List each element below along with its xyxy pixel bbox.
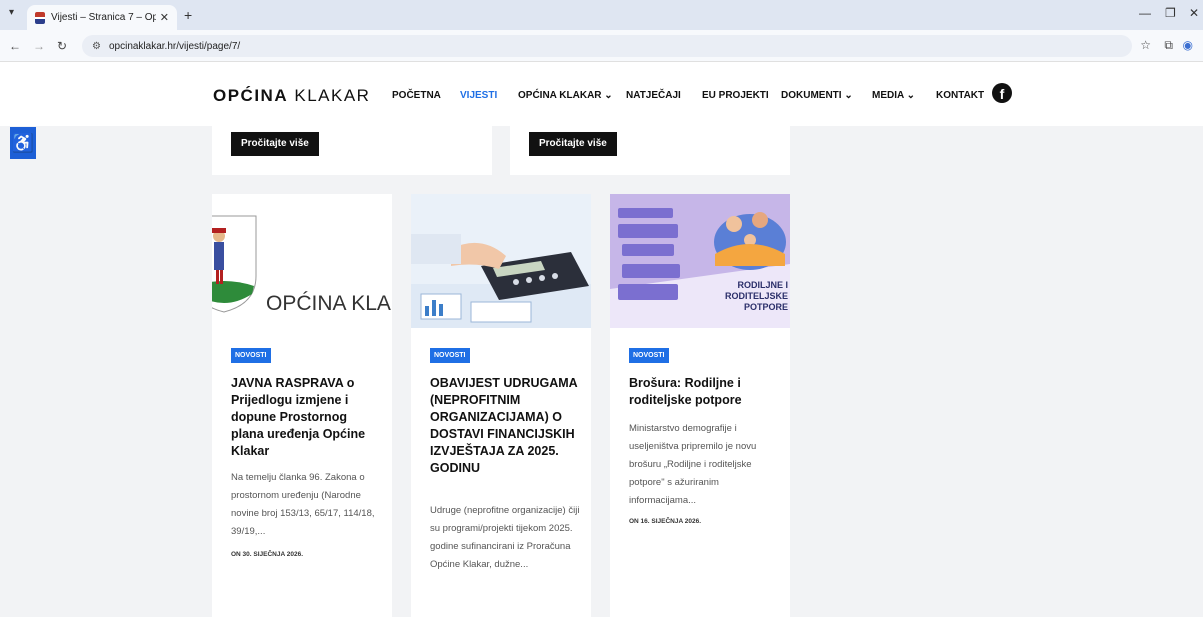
category-badge[interactable]: NOVOSTI: [231, 348, 271, 363]
nav-item-label: DOKUMENTI: [781, 90, 842, 101]
nav-item-opcina-klakar[interactable]: OPĆINA KLAKAR ⌄: [518, 90, 613, 101]
logo-light-text: KLAKAR: [294, 86, 371, 105]
post-excerpt: Ministarstvo demografije i useljeništva …: [629, 423, 757, 506]
post-card-top-1: Pročitajte više: [212, 126, 492, 175]
calculator-image: [411, 194, 591, 328]
svg-text:RODILJNE I: RODILJNE I: [737, 280, 788, 290]
post-thumbnail[interactable]: OPĆINA KLAKAR: [212, 194, 392, 328]
category-badge[interactable]: NOVOSTI: [629, 348, 669, 363]
nav-item-label: OPĆINA KLAKAR: [518, 90, 602, 101]
tab-search-icon[interactable]: ▾: [9, 7, 14, 18]
post-thumbnail[interactable]: RODILJNE I RODITELJSKE POTPORE: [610, 194, 790, 328]
tab-title: Vijesti – Stranica 7 – Općina Kla: [51, 12, 156, 23]
address-bar[interactable]: ⚙ opcinaklakar.hr/vijesti/page/7/: [82, 35, 1132, 57]
site-info-icon[interactable]: ⚙: [92, 41, 101, 52]
chevron-down-icon: ⌄: [604, 90, 613, 101]
post-card-top-2: Pročitajte više: [510, 126, 790, 175]
chevron-down-icon: ⌄: [844, 90, 853, 101]
post-card: OPĆINA KLAKAR NOVOSTI JAVNA RASPRAVA o P…: [212, 194, 392, 617]
nav-item-eu-projekti[interactable]: EU PROJEKTI: [702, 90, 769, 101]
new-tab-icon[interactable]: +: [184, 7, 192, 23]
site-favicon-icon: [35, 11, 45, 24]
post-date: ON 30. SIJEČNJA 2026.: [231, 551, 304, 558]
svg-text:POTPORE: POTPORE: [744, 302, 788, 312]
brochure-image: RODILJNE I RODITELJSKE POTPORE: [610, 194, 790, 328]
nav-item-vijesti[interactable]: VIJESTI: [460, 90, 497, 101]
extensions-icon[interactable]: ⧉: [1164, 38, 1173, 53]
post-excerpt: Udruge (neprofitne organizacije) čiji su…: [430, 505, 580, 570]
nav-item-media[interactable]: MEDIA ⌄: [872, 90, 915, 101]
nav-item-natjecaji[interactable]: NATJEČAJI: [626, 90, 681, 101]
svg-text:RODITELJSKE: RODITELJSKE: [725, 291, 788, 301]
category-badge[interactable]: NOVOSTI: [430, 348, 470, 363]
nav-item-pocetna[interactable]: POČETNA: [392, 90, 441, 101]
reload-icon[interactable]: ↻: [57, 39, 67, 53]
post-excerpt: Na temelju članka 96. Zakona o prostorno…: [231, 472, 375, 537]
logo-bold-text: OPĆINA: [213, 86, 289, 105]
bookmark-star-icon[interactable]: ☆: [1140, 38, 1151, 52]
browser-tabstrip: ▾ Vijesti – Stranica 7 – Općina Kla ✕ + …: [0, 0, 1203, 30]
nav-item-kontakt[interactable]: KONTAKT: [936, 90, 984, 101]
post-title[interactable]: JAVNA RASPRAVA o Prijedlogu izmjene i do…: [231, 375, 381, 460]
post-thumbnail[interactable]: [411, 194, 591, 328]
read-more-button[interactable]: Pročitajte više: [231, 132, 319, 156]
back-icon[interactable]: ←: [9, 39, 21, 53]
facebook-icon[interactable]: f: [992, 83, 1012, 103]
post-card: RODILJNE I RODITELJSKE POTPORE NOVOSTI B…: [610, 194, 790, 617]
read-more-button[interactable]: Pročitajte više: [529, 132, 617, 156]
thumb-text: OPĆINA KLAKAR: [266, 292, 392, 315]
site-logo[interactable]: OPĆINA KLAKAR: [213, 86, 370, 106]
post-title[interactable]: OBAVIJEST UDRUGAMA (NEPROFITNIM ORGANIZA…: [430, 375, 580, 477]
browser-tab[interactable]: Vijesti – Stranica 7 – Općina Kla ✕: [27, 5, 177, 30]
restore-icon[interactable]: ❐: [1165, 6, 1176, 20]
post-date: ON 16. SIJEČNJA 2026.: [629, 518, 702, 525]
forward-icon[interactable]: →: [33, 39, 45, 53]
nav-item-label: MEDIA: [872, 90, 904, 101]
minimize-icon[interactable]: —: [1139, 6, 1151, 20]
browser-toolbar: ← → ↻ ⚙ opcinaklakar.hr/vijesti/page/7/ …: [0, 30, 1203, 62]
tab-close-icon[interactable]: ✕: [160, 11, 169, 24]
site-header: OPĆINA KLAKAR POČETNA VIJESTI OPĆINA KLA…: [0, 62, 1203, 126]
post-title[interactable]: Brošura: Rodiljne i roditeljske potpore: [629, 375, 779, 409]
profile-icon[interactable]: ◉: [1183, 38, 1193, 52]
coat-of-arms-image: OPĆINA KLAKAR: [212, 194, 392, 328]
nav-item-dokumenti[interactable]: DOKUMENTI ⌄: [781, 90, 853, 101]
url-text: opcinaklakar.hr/vijesti/page/7/: [108, 40, 241, 52]
chevron-down-icon: ⌄: [906, 90, 916, 101]
window-close-icon[interactable]: ✕: [1189, 6, 1199, 20]
post-card: NOVOSTI OBAVIJEST UDRUGAMA (NEPROFITNIM …: [411, 194, 591, 617]
accessibility-icon[interactable]: ♿: [10, 127, 36, 159]
